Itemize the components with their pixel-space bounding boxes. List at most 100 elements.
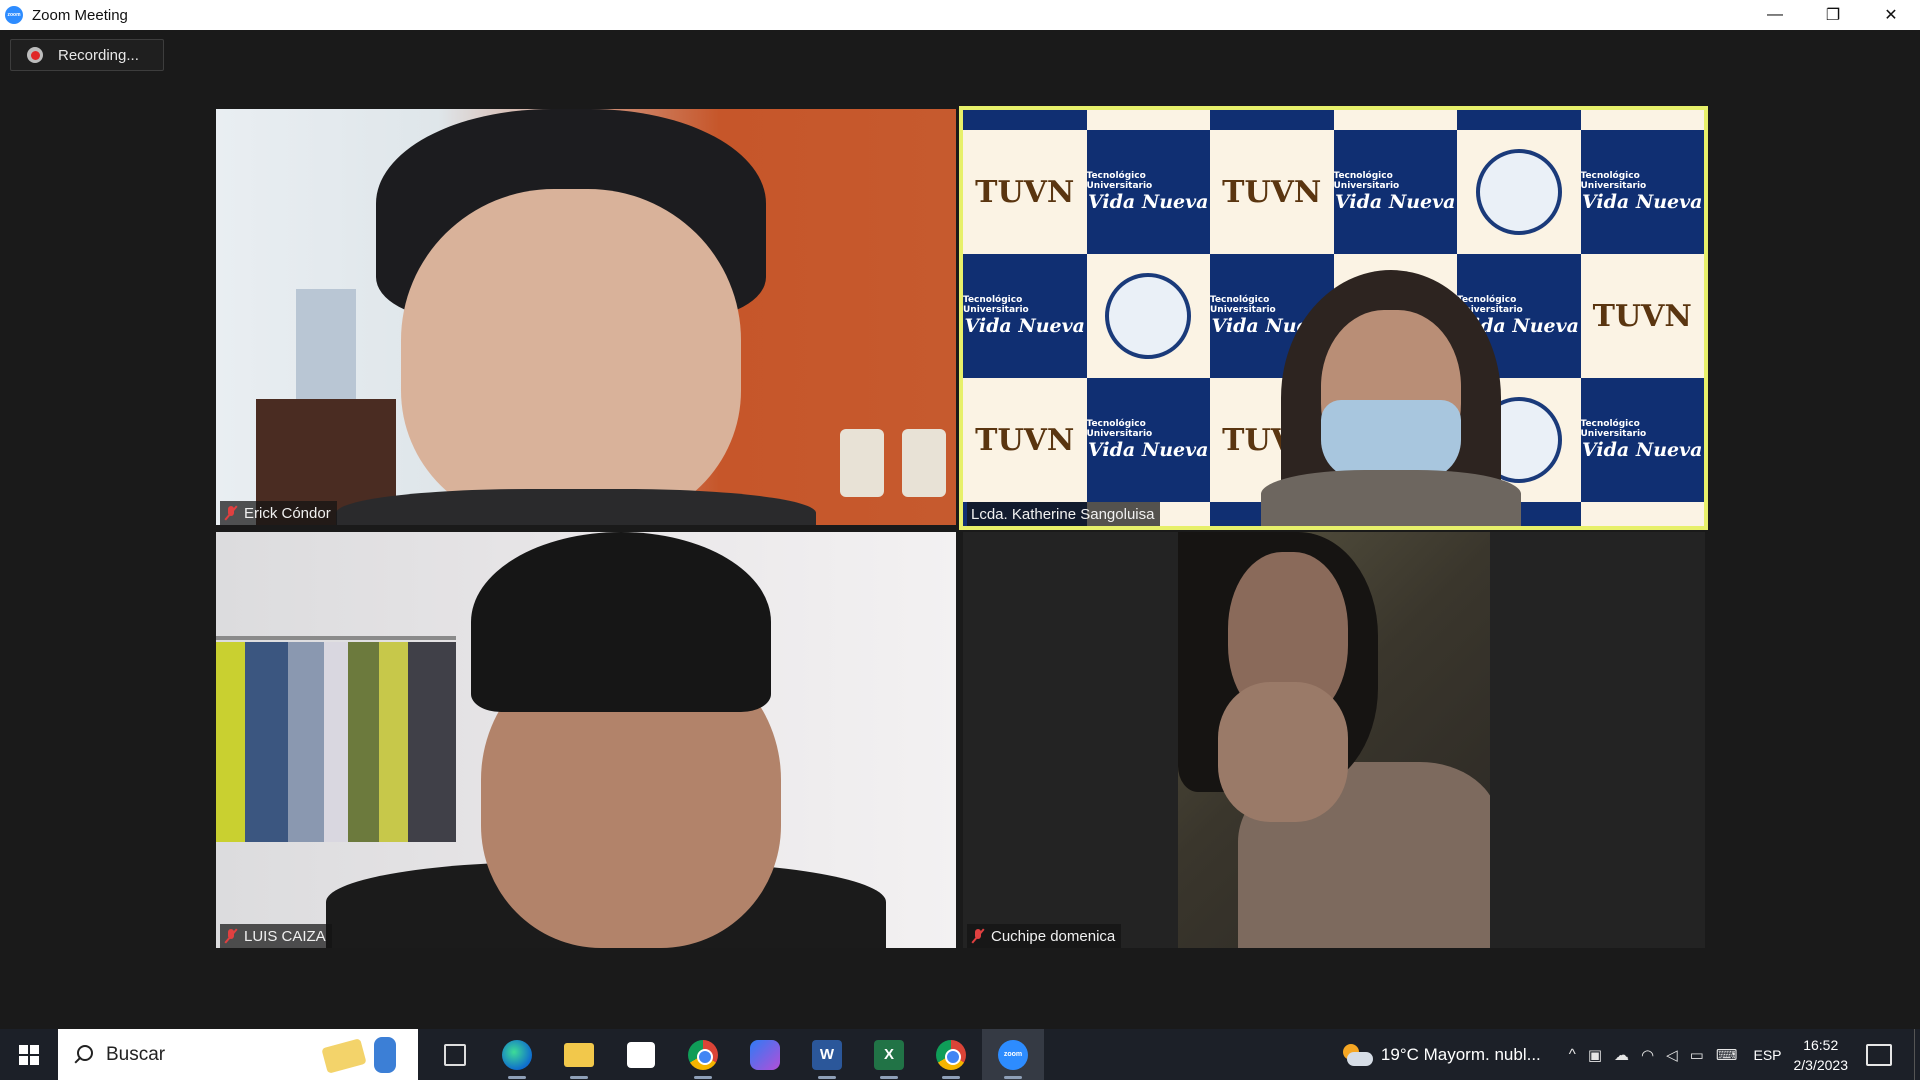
battery-icon[interactable]: ▭ <box>1690 1046 1704 1064</box>
tuvn-logo: TUVN <box>1592 298 1692 334</box>
tuvn-logo: TUVN <box>975 422 1075 458</box>
restore-button[interactable]: ❐ <box>1804 0 1862 30</box>
participant-name-tag: Erick Cóndor <box>220 501 337 525</box>
bing-button[interactable] <box>734 1029 796 1080</box>
chrome-profile-button[interactable] <box>920 1029 982 1080</box>
chevron-up-icon[interactable]: ^ <box>1569 1046 1576 1063</box>
camera-icon[interactable]: ▣ <box>1588 1046 1602 1064</box>
close-button[interactable]: ✕ <box>1862 0 1920 30</box>
wifi-icon[interactable]: ◠ <box>1641 1046 1654 1064</box>
window-title-bar: zoom Zoom Meeting — ❐ ✕ <box>0 0 1920 30</box>
clock-date: 2/3/2023 <box>1793 1056 1849 1073</box>
bg-cell: TUVN <box>1210 130 1334 254</box>
edge-icon <box>502 1039 532 1070</box>
participant-shoulders <box>1261 470 1521 526</box>
wall-switch <box>840 429 884 497</box>
search-icon <box>72 1044 94 1066</box>
tuvn-logo: TUVN <box>975 174 1075 210</box>
bg-big-text: Vida Nueva <box>1088 191 1209 213</box>
notification-icon[interactable] <box>1866 1043 1892 1066</box>
search-highlight-illustration <box>314 1033 410 1075</box>
bg-cell <box>1210 110 1334 130</box>
chrome-button[interactable] <box>672 1029 734 1080</box>
mic-muted-icon <box>224 505 238 521</box>
edge-button[interactable] <box>486 1029 548 1080</box>
participant-face <box>401 189 741 525</box>
university-seal-icon <box>1105 273 1192 359</box>
chrome-icon <box>688 1039 718 1070</box>
university-seal-icon <box>1475 149 1562 235</box>
face-mask <box>1321 400 1461 480</box>
bg-big-text: Vida Nueva <box>1582 439 1703 461</box>
recording-label: Recording... <box>58 46 139 64</box>
input-language[interactable]: ESP <box>1753 1047 1781 1063</box>
volume-icon[interactable]: ◁ <box>1666 1046 1678 1064</box>
bing-icon <box>750 1039 780 1070</box>
weather-cloudy-icon[interactable] <box>1341 1043 1373 1066</box>
mic-muted-icon <box>971 928 985 944</box>
participant-name-tag: Lcda. Katherine Sangoluisa <box>967 502 1161 526</box>
bg-small-text: Tecnológico Universitario <box>1086 171 1153 191</box>
zoom-app-icon-text: zoom <box>7 12 21 18</box>
cloud-icon[interactable]: ☁ <box>1614 1046 1629 1064</box>
taskbar-search-box[interactable]: Buscar <box>58 1029 418 1080</box>
task-view-icon <box>444 1043 466 1066</box>
bg-cell: Tecnológico Universitario Vida Nueva <box>1086 130 1210 254</box>
keyboard-icon[interactable]: ⌨ <box>1716 1046 1738 1064</box>
minimize-button[interactable]: — <box>1746 0 1804 30</box>
video-tile-katherine-active-speaker[interactable]: TUVN Tecnológico Universitario Vida Nueva… <box>959 106 1708 530</box>
weather-widget[interactable]: 19°C Mayorm. nubl... <box>1381 1045 1541 1065</box>
record-icon <box>27 47 43 63</box>
windows-logo-icon <box>19 1044 39 1065</box>
show-desktop-button[interactable] <box>1914 1029 1920 1080</box>
participant-name: Erick Cóndor <box>244 504 331 522</box>
participant-name-tag: Cuchipe domenica <box>967 924 1122 948</box>
participant-name: LUIS CAIZA <box>244 927 326 945</box>
window-title: Zoom Meeting <box>32 6 128 24</box>
participant-name: Cuchipe domenica <box>991 927 1116 945</box>
participant-figure <box>1261 270 1521 526</box>
meeting-area: Recording... Erick Cóndor TUVN Tecnológi… <box>0 30 1920 1029</box>
taskbar-pinned-apps: W X zoom <box>424 1029 1044 1080</box>
bg-small-text: Tecnológico Universitario <box>1086 419 1153 439</box>
bg-cell <box>1086 254 1210 378</box>
task-view-button[interactable] <box>424 1029 486 1080</box>
participant-hand <box>1218 682 1348 822</box>
system-tray: 19°C Mayorm. nubl... ^ ▣ ☁ ◠ ◁ ▭ ⌨ ESP 1… <box>1341 1029 1920 1080</box>
bg-cell: TUVN <box>1580 254 1704 378</box>
excel-button[interactable]: X <box>858 1029 920 1080</box>
clock[interactable]: 16:52 2/3/2023 <box>1794 1035 1849 1075</box>
hanging-clothes <box>216 642 456 842</box>
search-placeholder: Buscar <box>106 1043 166 1065</box>
bg-cell: TUVN <box>963 378 1087 502</box>
file-explorer-button[interactable] <box>548 1029 610 1080</box>
bg-cell <box>1457 130 1581 254</box>
word-button[interactable]: W <box>796 1029 858 1080</box>
bg-cell: Tecnológico Universitario Vida Nueva <box>1580 130 1704 254</box>
bg-cell: Tecnológico Universitario Vida Nueva <box>1333 130 1457 254</box>
clothes-rail <box>216 636 456 640</box>
bg-cell <box>1457 110 1581 130</box>
background-object <box>296 289 356 399</box>
bg-cell: Tecnológico Universitario Vida Nueva <box>1086 378 1210 502</box>
recording-indicator[interactable]: Recording... <box>10 39 164 71</box>
start-button[interactable] <box>0 1029 58 1080</box>
video-tile-erick[interactable]: Erick Cóndor <box>216 109 956 525</box>
excel-icon: X <box>874 1039 904 1070</box>
bg-small-text: Tecnológico Universitario <box>1580 419 1647 439</box>
windows-taskbar: Buscar W X zoom 19°C Mayorm. nubl... ^ ▣… <box>0 1029 1920 1080</box>
zoom-button[interactable]: zoom <box>982 1029 1044 1080</box>
bg-cell: TUVN <box>963 130 1087 254</box>
bg-cell <box>1580 502 1704 526</box>
bg-cell: Tecnológico Universitario Vida Nueva <box>963 254 1087 378</box>
bg-big-text: Vida Nueva <box>1088 439 1209 461</box>
bg-big-text: Vida Nueva <box>1335 191 1456 213</box>
bg-cell <box>1333 110 1457 130</box>
video-tile-cuchipe[interactable]: Cuchipe domenica <box>963 532 1705 948</box>
microsoft-store-button[interactable] <box>610 1029 672 1080</box>
window-controls: — ❐ ✕ <box>1746 0 1920 30</box>
bg-cell <box>1086 110 1210 130</box>
bg-small-text: Tecnológico Universitario <box>1333 171 1400 191</box>
participant-name: Lcda. Katherine Sangoluisa <box>971 505 1155 523</box>
video-tile-luis[interactable]: LUIS CAIZA <box>216 532 956 948</box>
